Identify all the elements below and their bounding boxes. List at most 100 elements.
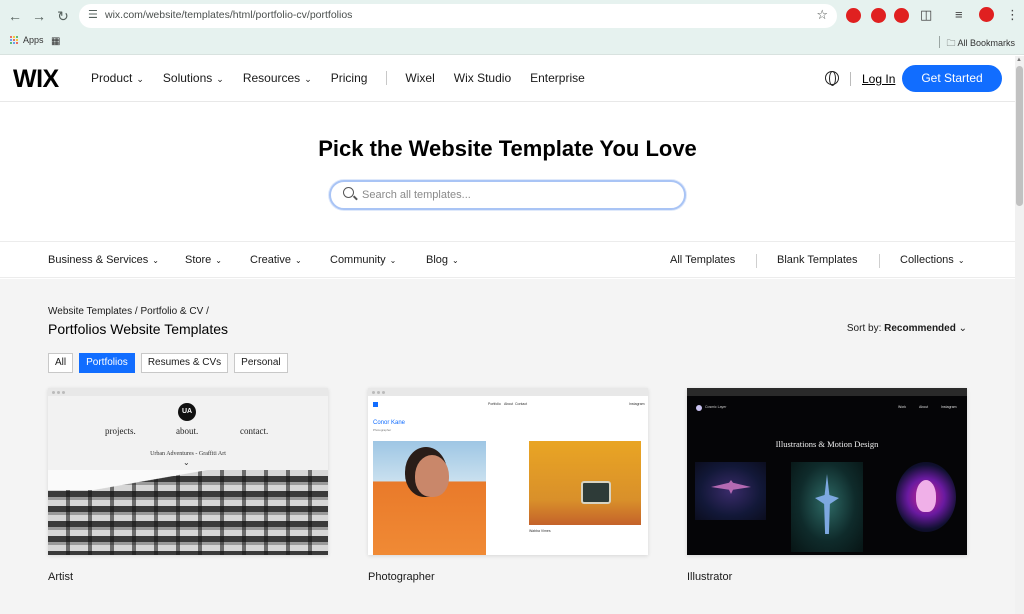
template-name[interactable]: Artist <box>48 571 328 583</box>
template-card-illustrator[interactable]: Cosmic Layer Work About Instagram Illust… <box>687 388 967 583</box>
site-info-icon[interactable]: ☰ <box>88 8 98 21</box>
browser-menu-icon[interactable]: ⋮ <box>1006 7 1019 23</box>
page-title: Portfolios Website Templates <box>48 321 229 337</box>
breadcrumb-website-templates[interactable]: Website Templates <box>48 306 132 317</box>
apps-label: Apps <box>23 35 44 45</box>
chevron-down-icon: ⌄ <box>215 256 222 265</box>
nav-wix-studio[interactable]: Wix Studio <box>454 71 511 85</box>
media-controls-icon[interactable]: ≡ <box>955 7 963 22</box>
preview-caption: Wabba Vimes <box>529 529 551 533</box>
bookmark-star-icon[interactable]: ☆ <box>816 7 828 23</box>
template-card-photographer[interactable]: Portfolio About Contact Instagram Conor … <box>368 388 648 583</box>
preview-sky <box>48 470 328 490</box>
bookmarks-bar: Apps ▦ 🗀 All Bookmarks <box>0 32 1024 54</box>
nav-pricing[interactable]: Pricing <box>331 71 368 85</box>
category-divider <box>756 254 757 268</box>
language-globe-icon[interactable] <box>825 71 839 86</box>
chevron-down-icon: ⌄ <box>183 458 190 467</box>
preview-logo <box>696 405 702 411</box>
nav-enterprise[interactable]: Enterprise <box>530 71 585 85</box>
preview-browser-bar <box>368 388 648 396</box>
category-blog[interactable]: Blog ⌄ <box>426 254 459 266</box>
nav-solutions[interactable]: Solutions ⌄ <box>163 71 224 85</box>
bookmarks-separator <box>939 36 940 48</box>
sort-dropdown[interactable]: Sort by: Recommended ⌄ <box>847 323 967 334</box>
extensions-puzzle-icon[interactable]: ◫ <box>920 7 932 23</box>
nav-resources[interactable]: Resources ⌄ <box>243 71 312 85</box>
template-preview-illustrator[interactable]: Cosmic Layer Work About Instagram Illust… <box>687 388 967 555</box>
apps-grid-icon <box>9 36 18 45</box>
chevron-down-icon: ⌄ <box>136 74 144 84</box>
template-card-artist[interactable]: UA projects. about. contact. Urban Adven… <box>48 388 328 583</box>
chevron-down-icon: ⌄ <box>216 74 224 84</box>
all-bookmarks-button[interactable]: 🗀 All Bookmarks <box>946 36 1015 52</box>
preview-tv-image <box>529 441 641 525</box>
chevron-down-icon: ⌄ <box>389 256 397 265</box>
extension-icon-3[interactable] <box>894 8 909 23</box>
preview-logo-badge: UA <box>178 403 196 421</box>
page-heading: Pick the Website Template You Love <box>318 136 697 161</box>
category-business-services[interactable]: Business & Services ⌄ <box>48 254 159 266</box>
forward-icon[interactable]: → <box>30 7 48 25</box>
search-input[interactable] <box>362 186 662 204</box>
collections-dropdown[interactable]: Collections ⌄ <box>900 254 965 266</box>
extension-icon-1[interactable] <box>846 8 861 23</box>
login-link[interactable]: Log In <box>862 72 895 86</box>
filter-personal[interactable]: Personal <box>234 353 288 373</box>
apps-shortcut[interactable]: Apps <box>9 35 44 45</box>
page-scrollbar[interactable]: ▲ <box>1015 56 1024 614</box>
category-creative[interactable]: Creative ⌄ <box>250 254 302 266</box>
filter-portfolios[interactable]: Portfolios <box>79 353 135 373</box>
template-preview-photographer[interactable]: Portfolio About Contact Instagram Conor … <box>368 388 648 555</box>
search-icon <box>343 187 354 198</box>
preview-artwork-1 <box>695 462 766 520</box>
preview-subtitle: Urban Adventures - Graffiti Art <box>150 451 226 457</box>
preview-nav-item: Instagram <box>941 405 957 409</box>
filter-resumes-cvs[interactable]: Resumes & CVs <box>140 353 229 373</box>
preview-artwork-3 <box>896 462 956 532</box>
chevron-down-icon: ⌄ <box>152 256 159 265</box>
preview-nav-item: projects. <box>105 426 136 436</box>
preview-nav-item: About <box>504 402 514 406</box>
sort-value: Recommended <box>884 323 956 334</box>
nav-wixel[interactable]: Wixel <box>405 71 434 85</box>
filter-all[interactable]: All <box>48 353 74 373</box>
chevron-down-icon: ⌄ <box>304 74 312 84</box>
preview-title: Illustrations & Motion Design <box>775 439 879 449</box>
url-text[interactable]: wix.com/website/templates/html/portfolio… <box>105 9 352 21</box>
browser-chrome: ← → ↻ ☰ wix.com/website/templates/html/p… <box>0 0 1024 55</box>
back-icon[interactable]: ← <box>6 7 24 25</box>
template-preview-artist[interactable]: UA projects. about. contact. Urban Adven… <box>48 388 328 555</box>
template-name[interactable]: Photographer <box>368 571 648 583</box>
preview-nav-item: Portfolio <box>488 402 501 406</box>
extension-icon-2[interactable] <box>871 8 886 23</box>
address-bar[interactable]: ☰ wix.com/website/templates/html/portfol… <box>79 4 837 28</box>
preview-person-name: Conor Kane <box>373 420 406 426</box>
breadcrumb-portfolio-cv[interactable]: Portfolio & CV <box>140 306 203 317</box>
category-divider <box>879 254 880 268</box>
preview-artwork-2 <box>791 462 863 552</box>
template-name[interactable]: Illustrator <box>687 571 967 583</box>
filter-chips: All Portfolios Resumes & CVs Personal <box>48 353 288 373</box>
category-store[interactable]: Store ⌄ <box>185 254 222 266</box>
scrollbar-thumb[interactable] <box>1016 66 1023 206</box>
category-community[interactable]: Community ⌄ <box>330 254 396 266</box>
blank-templates-link[interactable]: Blank Templates <box>777 254 858 266</box>
chevron-down-icon: ⌄ <box>957 256 965 265</box>
reload-icon[interactable]: ↻ <box>54 7 72 25</box>
chevron-down-icon: ⌄ <box>294 256 302 265</box>
breadcrumb-separator: / <box>206 306 209 317</box>
scroll-up-icon[interactable]: ▲ <box>1016 57 1022 63</box>
nav-product[interactable]: Product ⌄ <box>91 71 144 85</box>
folder-icon: 🗀 <box>946 38 956 48</box>
wix-logo[interactable]: WIX <box>13 65 59 94</box>
preview-person-role: Photographer <box>373 428 392 432</box>
template-search[interactable] <box>329 180 686 210</box>
preview-browser-bar <box>687 388 967 396</box>
tab-groups-icon[interactable]: ▦ <box>51 36 60 47</box>
all-templates-link[interactable]: All Templates <box>670 254 735 266</box>
profile-avatar-icon[interactable] <box>979 7 994 22</box>
preview-nav-item: about. <box>176 426 199 436</box>
chevron-down-icon: ⌄ <box>452 256 459 265</box>
get-started-button[interactable]: Get Started <box>902 65 1002 92</box>
